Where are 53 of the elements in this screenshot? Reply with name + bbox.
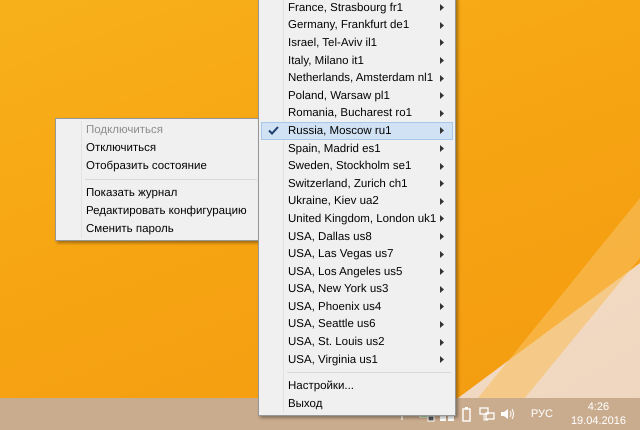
submenu-arrow-icon xyxy=(440,4,444,12)
menu-item[interactable]: Настройки... xyxy=(261,377,453,396)
server-menu-item[interactable]: Switzerland, Zurich ch1 xyxy=(261,174,453,193)
submenu-arrow-icon xyxy=(440,268,444,276)
server-menu-item[interactable]: France, Strasbourg fr1 xyxy=(261,0,453,17)
submenu-arrow-icon xyxy=(440,198,444,205)
submenu-arrow-icon xyxy=(440,162,444,170)
network-icon[interactable] xyxy=(478,406,495,422)
submenu-arrow-icon xyxy=(440,250,444,258)
submenu-arrow-icon xyxy=(440,39,444,46)
submenu-arrow-icon xyxy=(440,145,444,152)
battery-icon[interactable] xyxy=(462,406,472,422)
submenu-arrow-icon xyxy=(440,286,444,293)
server-menu-item[interactable]: Romania, Bucharest ro1 xyxy=(261,104,453,122)
submenu-arrow-icon xyxy=(440,233,444,240)
server-menu-item[interactable]: United Kingdom, London uk1 xyxy=(261,210,453,228)
server-menu-item[interactable]: Italy, Milano it1 xyxy=(261,52,453,70)
menu-item[interactable]: Выход xyxy=(261,395,453,413)
submenu-arrow-icon xyxy=(440,180,444,188)
server-menu-item[interactable]: Poland, Warsaw pl1 xyxy=(261,86,453,105)
server-menu-item[interactable]: Netherlands, Amsterdam nl1 xyxy=(261,69,453,87)
menu-item[interactable]: Сменить пароль xyxy=(58,220,259,238)
submenu-arrow-icon xyxy=(440,127,444,134)
submenu-arrow-icon xyxy=(440,92,444,100)
server-menu-item[interactable]: Ukraine, Kiev ua2 xyxy=(261,192,453,210)
speaker-icon[interactable] xyxy=(500,407,514,421)
server-menu-item[interactable]: USA, New York us3 xyxy=(261,280,453,298)
server-menu-item[interactable]: USA, Las Vegas us7 xyxy=(261,245,453,263)
submenu-arrow-icon xyxy=(440,22,444,29)
server-menu-item[interactable]: Russia, Moscow ru1 xyxy=(261,122,453,140)
submenu-arrow-icon xyxy=(440,356,444,364)
server-menu-item[interactable]: Spain, Madrid es1 xyxy=(261,140,453,158)
server-menu-item[interactable]: USA, St. Louis us2 xyxy=(261,333,453,351)
menu-item[interactable]: Редактировать конфигурацию xyxy=(58,202,259,220)
checkmark-icon xyxy=(268,126,279,136)
submenu-arrow-icon xyxy=(440,320,444,328)
server-menu-item[interactable]: Germany, Frankfurt de1 xyxy=(261,16,453,34)
menu-item[interactable]: Отключиться xyxy=(58,139,259,157)
submenu-arrow-icon xyxy=(440,215,444,222)
submenu-arrow-icon xyxy=(440,303,444,310)
server-menu-item[interactable]: Israel, Tel-Aviv il1 xyxy=(261,34,453,52)
menu-item[interactable]: Показать журнал xyxy=(58,184,259,202)
server-menu-item[interactable]: USA, Virginia us1 xyxy=(261,350,453,368)
server-menu-item[interactable]: USA, Phoenix us4 xyxy=(261,298,453,316)
server-menu-item[interactable]: USA, Dallas us8 xyxy=(261,228,453,246)
server-menu-item[interactable]: Sweden, Stockholm se1 xyxy=(261,157,453,175)
submenu-arrow-icon xyxy=(440,110,444,117)
submenu-arrow-icon xyxy=(440,74,444,82)
submenu-arrow-icon xyxy=(440,338,444,346)
menu-item[interactable]: Отобразить состояние xyxy=(58,157,259,175)
server-menu-item[interactable]: USA, Seattle us6 xyxy=(261,316,453,334)
submenu-arrow-icon xyxy=(440,57,444,64)
server-menu-item[interactable]: USA, Los Angeles us5 xyxy=(261,262,453,280)
